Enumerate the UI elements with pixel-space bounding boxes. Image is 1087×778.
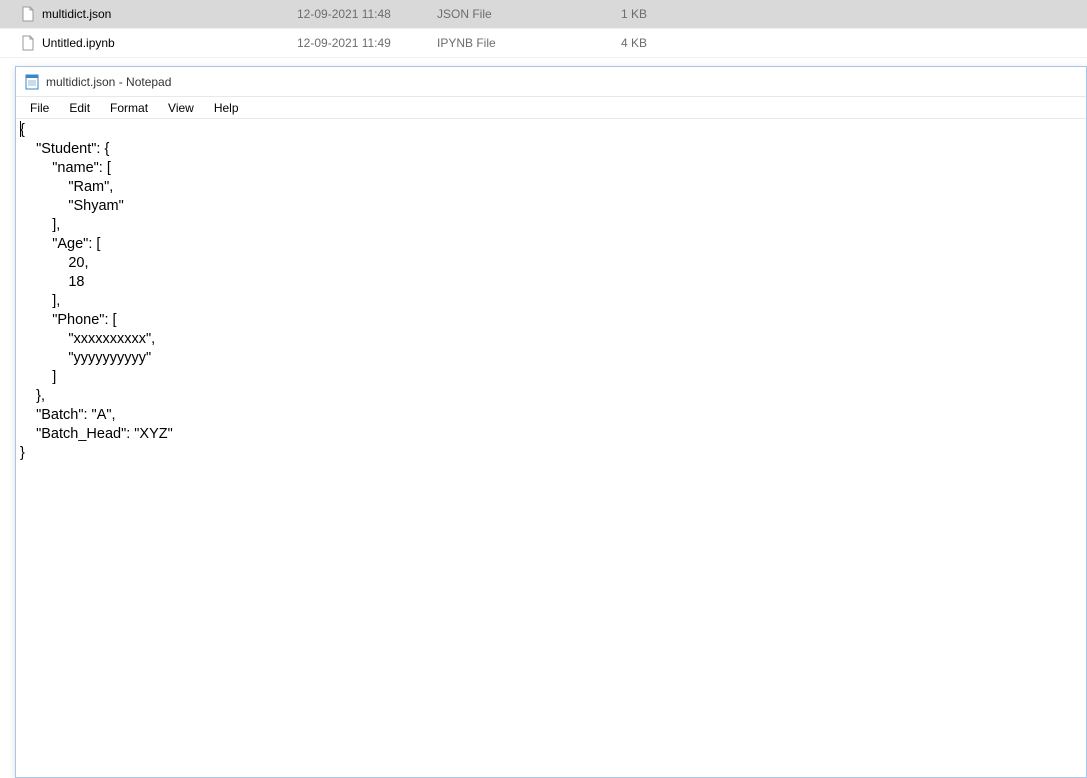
menu-help[interactable]: Help (204, 99, 249, 117)
file-type: JSON File (437, 7, 587, 21)
file-name: Untitled.ipynb (42, 36, 297, 50)
file-icon (20, 6, 36, 22)
notepad-title: multidict.json - Notepad (46, 75, 171, 89)
file-row[interactable]: multidict.json 12-09-2021 11:48 JSON Fil… (0, 0, 1087, 29)
notepad-titlebar[interactable]: multidict.json - Notepad (16, 67, 1086, 97)
menu-file[interactable]: File (20, 99, 59, 117)
menu-format[interactable]: Format (100, 99, 158, 117)
file-size: 1 KB (587, 7, 647, 21)
file-size: 4 KB (587, 36, 647, 50)
file-date: 12-09-2021 11:49 (297, 36, 437, 50)
file-row[interactable]: Untitled.ipynb 12-09-2021 11:49 IPYNB Fi… (0, 29, 1087, 58)
file-icon (20, 35, 36, 51)
file-type: IPYNB File (437, 36, 587, 50)
file-name: multidict.json (42, 7, 297, 21)
menu-view[interactable]: View (158, 99, 204, 117)
notepad-content[interactable]: { "Student": { "name": [ "Ram", "Shyam" … (16, 119, 1086, 465)
notepad-window: multidict.json - Notepad File Edit Forma… (15, 66, 1087, 778)
menu-edit[interactable]: Edit (59, 99, 100, 117)
notepad-menubar: File Edit Format View Help (16, 97, 1086, 119)
notepad-icon (24, 74, 40, 90)
text-cursor (20, 121, 21, 137)
notepad-text: { "Student": { "name": [ "Ram", "Shyam" … (20, 122, 173, 461)
file-list: multidict.json 12-09-2021 11:48 JSON Fil… (0, 0, 1087, 58)
file-date: 12-09-2021 11:48 (297, 7, 437, 21)
